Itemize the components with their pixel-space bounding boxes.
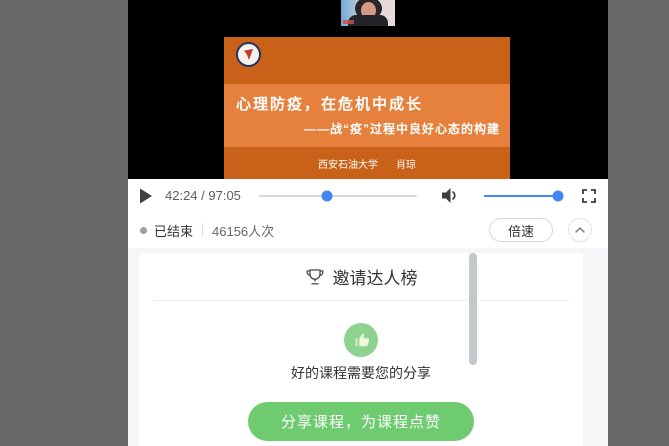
scrollbar-thumb[interactable]: [469, 253, 477, 365]
webcam-watermark: [343, 20, 354, 24]
player-column: 心理防疫，在危机中成长 ——战“疫”过程中良好心态的构建 西安石油大学 肖琼 4…: [128, 0, 608, 446]
fullscreen-button[interactable]: [582, 189, 596, 203]
thumbs-up-icon: [351, 330, 371, 350]
thumbs-up-badge: [344, 323, 378, 357]
leaderboard-header: 邀请达人榜: [153, 253, 569, 301]
slide-top-band: [224, 37, 510, 84]
progress-bar[interactable]: [259, 189, 417, 203]
collapse-button[interactable]: [568, 218, 592, 242]
presenter-webcam-video: [341, 0, 395, 26]
volume-thumb[interactable]: [553, 190, 564, 201]
volume-slider[interactable]: [484, 189, 558, 203]
divider: [202, 223, 203, 237]
time-display: 42:24 / 97:05: [165, 188, 241, 203]
progress-thumb[interactable]: [321, 190, 332, 201]
play-button[interactable]: [140, 188, 153, 204]
university-logo-icon: [236, 42, 261, 67]
share-hint: 好的课程需要您的分享: [291, 363, 431, 383]
trophy-icon: [305, 267, 325, 287]
video-area[interactable]: 心理防疫，在危机中成长 ——战“疫”过程中良好心态的构建 西安石油大学 肖琼: [128, 0, 608, 179]
slide-speaker: 肖琼: [396, 156, 416, 171]
slide-title-band: 心理防疫，在危机中成长 ——战“疫”过程中良好心态的构建: [224, 84, 510, 147]
share-section: 好的课程需要您的分享 分享课程，为课程点赞: [139, 301, 583, 441]
status-dot: [140, 227, 147, 234]
volume-fill: [484, 195, 558, 197]
volume-button[interactable]: [441, 187, 458, 204]
slide-title: 心理防疫，在危机中成长: [224, 93, 510, 114]
share-course-button[interactable]: 分享课程，为课程点赞: [248, 402, 474, 441]
chevron-up-icon: [573, 223, 587, 237]
panel-background: 邀请达人榜 好的课程需要您的分享 分享课程，为课程点赞: [128, 248, 608, 446]
progress-track: [259, 195, 417, 197]
status-bar: 已结束 46156人次 倍速: [128, 212, 608, 248]
leaderboard-card: 邀请达人榜 好的课程需要您的分享 分享课程，为课程点赞: [139, 253, 583, 446]
page-background: 心理防疫，在危机中成长 ——战“疫”过程中良好心态的构建 西安石油大学 肖琼 4…: [0, 0, 669, 446]
view-count: 46156人次: [212, 221, 274, 240]
playback-speed-button[interactable]: 倍速: [489, 218, 553, 242]
fullscreen-icon: [582, 189, 596, 203]
player-controls: 42:24 / 97:05: [128, 179, 608, 212]
presenter-body: [348, 15, 388, 26]
volume-icon: [441, 187, 458, 204]
leaderboard-title: 邀请达人榜: [333, 264, 418, 289]
slide-footer-band: 西安石油大学 肖琼: [224, 147, 510, 179]
presentation-slide: 心理防疫，在危机中成长 ——战“疫”过程中良好心态的构建 西安石油大学 肖琼: [224, 37, 510, 179]
play-icon: [140, 188, 153, 204]
slide-subtitle: ——战“疫”过程中良好心态的构建: [224, 120, 510, 137]
slide-school: 西安石油大学: [318, 156, 378, 171]
status-label: 已结束: [154, 221, 193, 240]
